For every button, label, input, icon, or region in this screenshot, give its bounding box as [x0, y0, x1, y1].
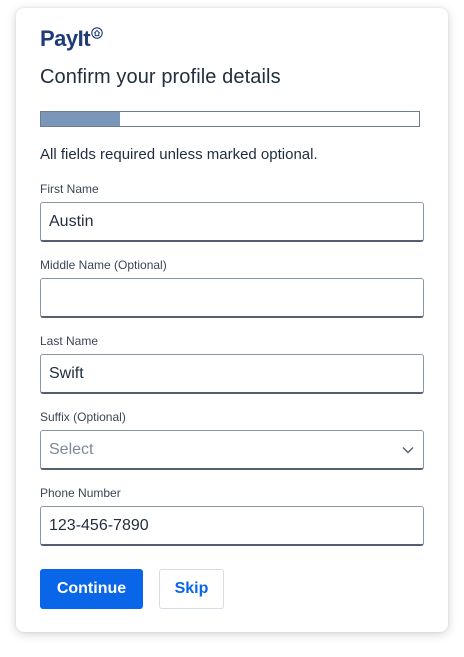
progress-bar — [40, 111, 420, 127]
phone-input[interactable] — [40, 506, 424, 546]
chevron-down-icon — [402, 446, 414, 453]
form-actions: Continue Skip — [40, 569, 224, 609]
first-name-label: First Name — [40, 182, 99, 196]
middle-name-group: Middle Name (Optional) — [40, 258, 424, 318]
required-fields-note: All fields required unless marked option… — [40, 146, 318, 163]
suffix-label: Suffix (Optional) — [40, 410, 126, 424]
middle-name-input[interactable] — [40, 278, 424, 318]
profile-card: PayIt Confirm your profile details All f… — [16, 8, 448, 632]
middle-name-label: Middle Name (Optional) — [40, 258, 167, 272]
continue-button[interactable]: Continue — [40, 569, 143, 609]
house-badge-icon — [91, 27, 103, 39]
suffix-select[interactable]: Select — [40, 430, 424, 470]
last-name-label: Last Name — [40, 334, 99, 348]
logo-text: PayIt — [40, 26, 91, 51]
payit-logo: PayIt — [40, 26, 103, 51]
last-name-group: Last Name — [40, 334, 424, 394]
first-name-input[interactable] — [40, 202, 424, 242]
phone-label: Phone Number — [40, 486, 121, 500]
suffix-selected-value: Select — [49, 440, 94, 458]
first-name-group: First Name — [40, 182, 424, 242]
progress-bar-fill — [41, 112, 121, 126]
suffix-group: Suffix (Optional) Select — [40, 410, 424, 470]
phone-group: Phone Number — [40, 486, 424, 546]
skip-button[interactable]: Skip — [159, 569, 224, 609]
page-title: Confirm your profile details — [40, 66, 281, 88]
last-name-input[interactable] — [40, 354, 424, 394]
